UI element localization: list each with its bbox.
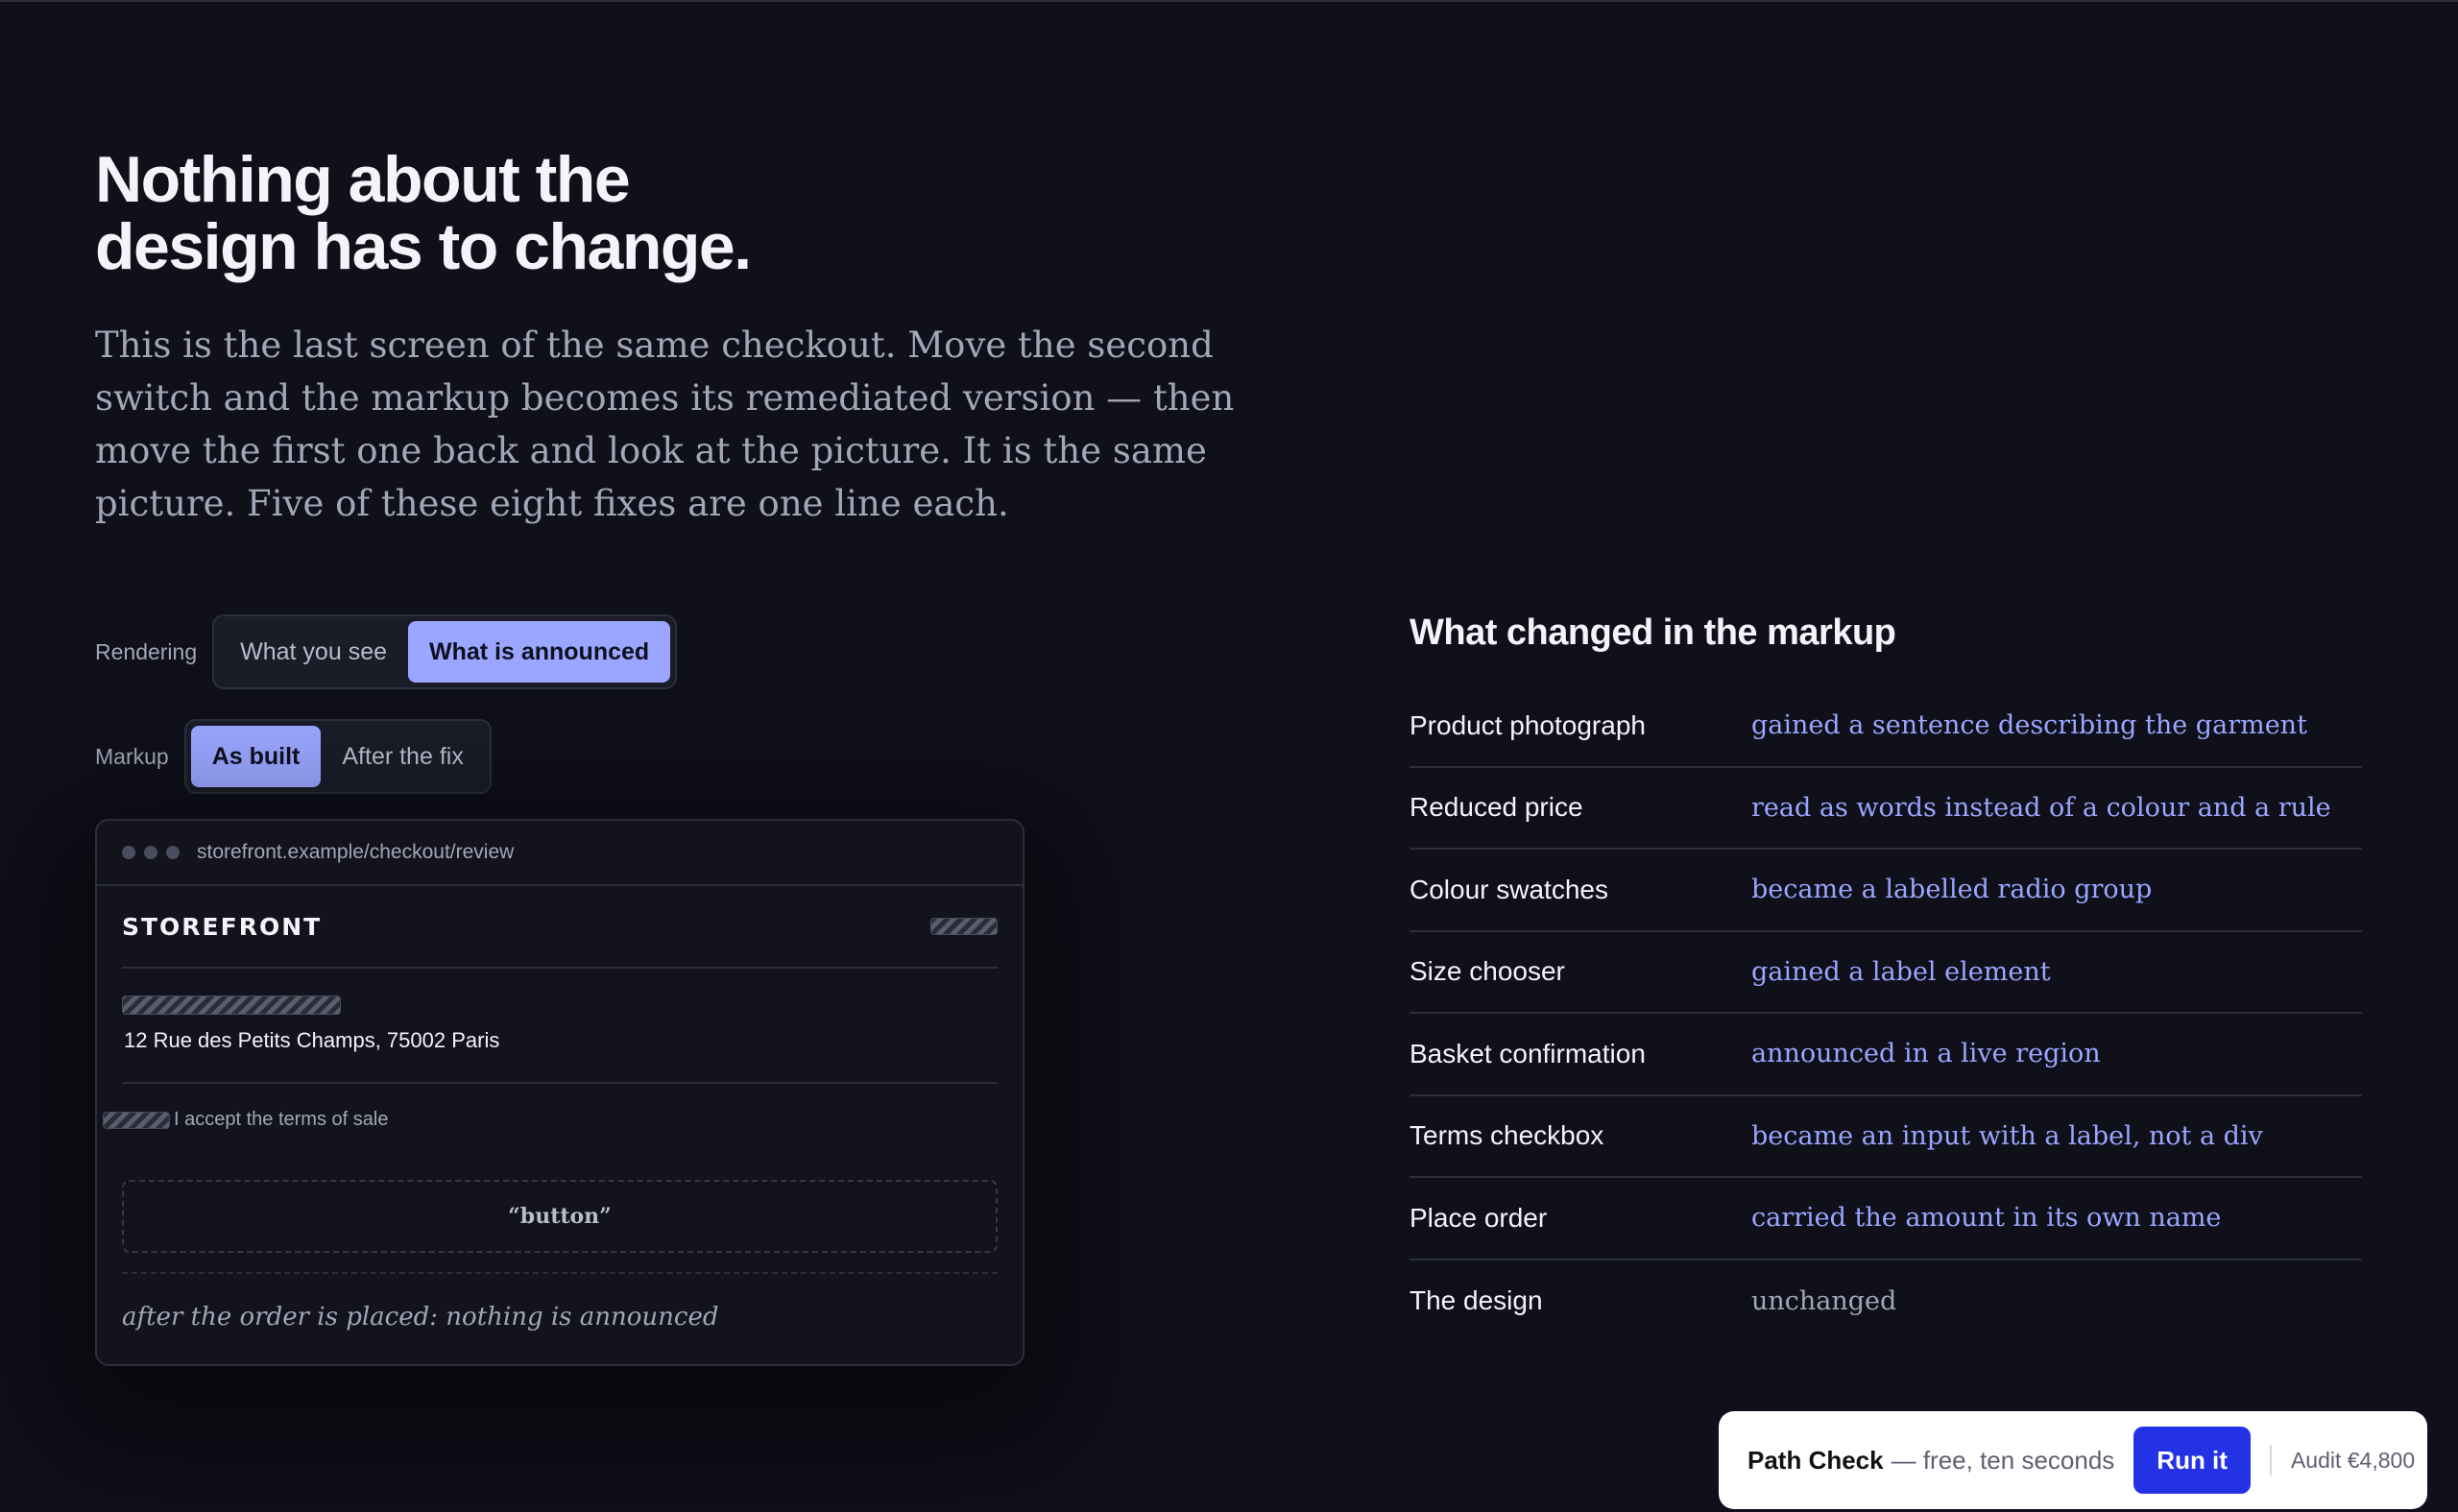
change-name: Size chooser	[1410, 956, 1565, 987]
change-name: Product photograph	[1410, 709, 1646, 740]
change-description: unchanged	[1751, 1285, 1897, 1316]
rendering-label: Rendering	[95, 638, 198, 664]
checkout-preview: storefront.example/checkout/review STORE…	[95, 819, 1024, 1366]
browser-bar: storefront.example/checkout/review	[97, 821, 1023, 886]
change-row: Colour swatches became a labelled radio …	[1410, 850, 2362, 932]
markup-option-after-the-fix[interactable]: After the fix	[321, 726, 484, 787]
rendering-option-what-is-announced[interactable]: What is announced	[408, 621, 671, 683]
changes-title: What changed in the markup	[1410, 612, 1896, 653]
divider	[2269, 1445, 2272, 1476]
changes-list: Product photograph gained a sentence des…	[1410, 685, 2362, 1342]
change-description: carried the amount in its own name	[1751, 1203, 2222, 1234]
rendering-control: Rendering What you see What is announced	[95, 614, 678, 689]
change-description: gained a label element	[1751, 956, 2051, 987]
rendering-option-what-you-see[interactable]: What you see	[219, 621, 408, 683]
markup-control: Markup As built After the fix	[95, 719, 492, 794]
markup-option-as-built[interactable]: As built	[190, 726, 322, 787]
rendering-toggle: What you see What is announced	[212, 614, 678, 689]
terms-label: I accept the terms of sale	[174, 1109, 389, 1130]
change-row: The design unchanged	[1410, 1260, 2362, 1343]
change-row: Terms checkbox became an input with a la…	[1410, 1096, 2362, 1178]
cta-product-name: Path Check	[1747, 1445, 1884, 1475]
page-title: Nothing about the design has to change.	[95, 146, 825, 280]
change-description: became a labelled radio group	[1751, 875, 2153, 905]
unlabelled-heading-placeholder	[122, 996, 341, 1015]
audit-price-link[interactable]: Audit €4,800	[2291, 1448, 2415, 1474]
window-dot	[144, 846, 157, 859]
change-name: Reduced price	[1410, 792, 1583, 823]
change-name: Colour swatches	[1410, 874, 1608, 904]
shipping-address-block: 12 Rue des Petits Champs, 75002 Paris	[122, 969, 998, 1084]
page-title-line-2: design has to change.	[95, 210, 752, 283]
path-check-cta-bar: Path Check — free, ten seconds Run it Au…	[1719, 1411, 2427, 1509]
unlabelled-checkbox[interactable]	[103, 1111, 170, 1129]
change-name: Place order	[1410, 1202, 1548, 1233]
change-name: Terms checkbox	[1410, 1120, 1604, 1151]
cta-tagline: — free, ten seconds	[1891, 1445, 2115, 1475]
address-bar-url: storefront.example/checkout/review	[197, 841, 515, 863]
window-dot	[166, 846, 180, 859]
change-row: Product photograph gained a sentence des…	[1410, 685, 2362, 768]
markup-label: Markup	[95, 743, 169, 769]
window-dots	[122, 846, 180, 859]
divider	[122, 1272, 998, 1274]
intro-paragraph: This is the last screen of the same chec…	[95, 324, 1235, 524]
terms-checkbox-row[interactable]: I accept the terms of sale	[103, 1109, 388, 1131]
change-row: Place order carried the amount in its ow…	[1410, 1178, 2362, 1260]
store-logo: STOREFRONT	[122, 912, 323, 941]
place-order-button[interactable]: “button”	[122, 1180, 998, 1253]
run-it-button[interactable]: Run it	[2133, 1427, 2251, 1494]
page-title-line-1: Nothing about the	[95, 143, 631, 216]
change-description: announced in a live region	[1751, 1039, 2101, 1069]
unlabelled-cart-icon[interactable]	[930, 918, 998, 935]
change-row: Size chooser gained a label element	[1410, 932, 2362, 1014]
window-dot	[122, 846, 135, 859]
change-name: The design	[1410, 1285, 1543, 1316]
markup-toggle: As built After the fix	[183, 719, 492, 794]
change-name: Basket confirmation	[1410, 1038, 1646, 1068]
change-description: became an input with a label, not a div	[1751, 1120, 2263, 1151]
change-description: read as words instead of a colour and a …	[1751, 792, 2331, 823]
change-row: Basket confirmation announced in a live …	[1410, 1014, 2362, 1096]
change-description: gained a sentence describing the garment	[1751, 710, 2307, 741]
store-header: STOREFRONT	[122, 886, 998, 969]
announcement-note: after the order is placed: nothing is an…	[122, 1303, 719, 1332]
shipping-address: 12 Rue des Petits Champs, 75002 Paris	[124, 1028, 500, 1052]
change-row: Reduced price read as words instead of a…	[1410, 768, 2362, 850]
